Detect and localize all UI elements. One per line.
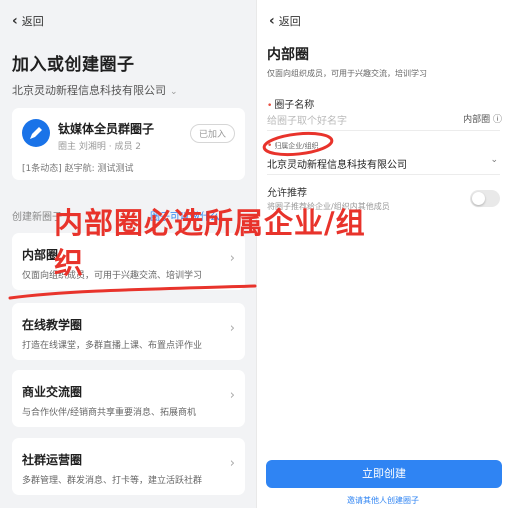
annotation-text-line2: 织: [54, 246, 85, 280]
annotation-underline: [8, 284, 257, 300]
annotation-circle: [262, 131, 334, 157]
annotation-text-line1: 内部圈必选所属企业/组: [54, 206, 366, 240]
